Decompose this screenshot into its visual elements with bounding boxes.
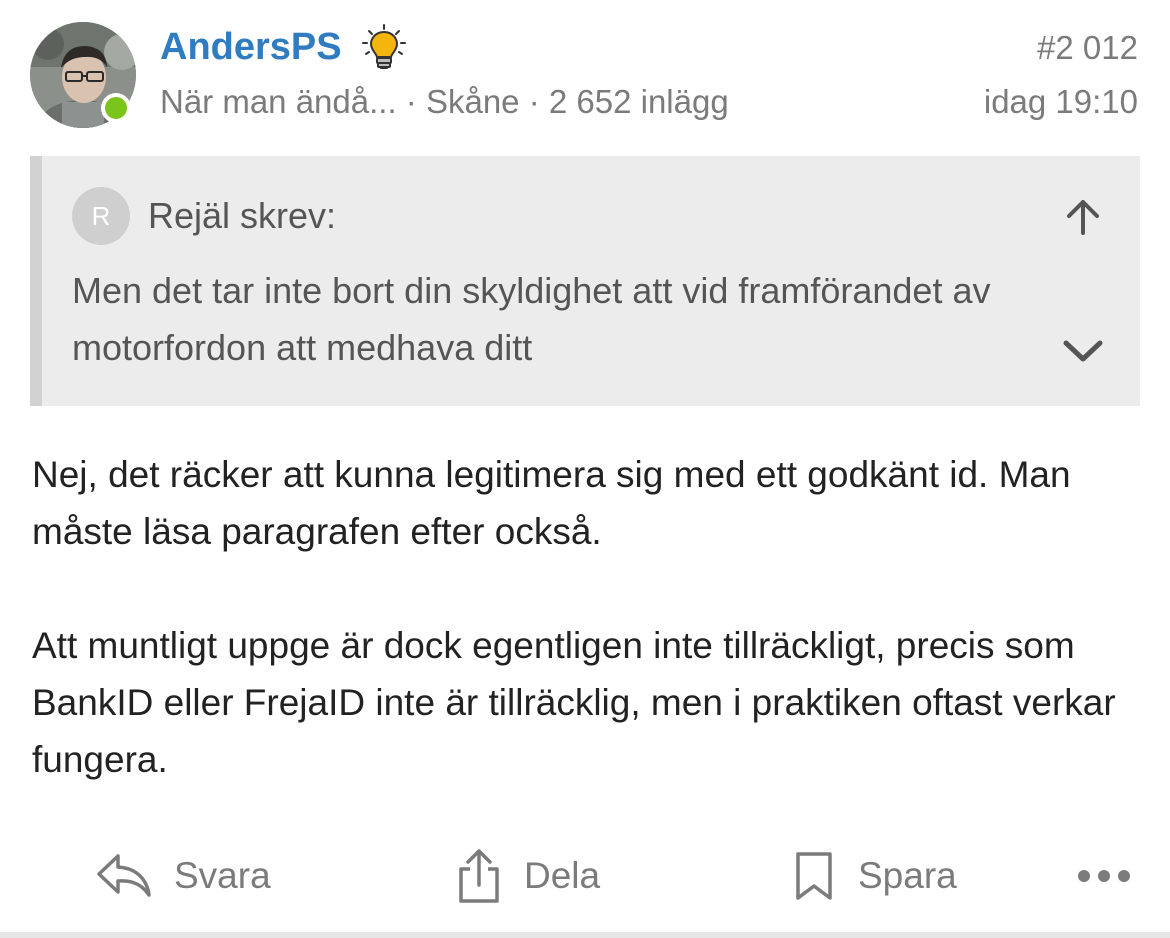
post-divider: [0, 932, 1170, 938]
more-options-button[interactable]: [1076, 844, 1132, 908]
post-number-link[interactable]: #2 012: [1037, 26, 1138, 70]
user-location: Skåne: [425, 83, 520, 120]
reply-label: Svara: [174, 855, 271, 896]
post-timestamp: idag 19:10: [983, 83, 1138, 120]
meta-separator: ·: [519, 83, 549, 120]
online-status-indicator: [101, 93, 131, 123]
save-button[interactable]: Spara: [792, 844, 957, 908]
quote-author[interactable]: Rejäl skrev:: [148, 194, 336, 238]
post-body: Nej, det räcker att kunna legitimera sig…: [32, 446, 1142, 788]
quote-block: R Rejäl skrev: Men det tar inte bort din…: [30, 156, 1140, 406]
quote-bar: [30, 156, 42, 406]
arrow-up-icon[interactable]: [1062, 196, 1104, 238]
reply-icon: [97, 854, 151, 897]
quote-text: Men det tar inte bort din skyldighet att…: [72, 270, 991, 368]
user-post-count: 2 652 inlägg: [548, 83, 729, 120]
chevron-down-icon[interactable]: [1060, 328, 1106, 374]
share-button[interactable]: Dela: [456, 844, 600, 908]
quote-author-avatar: R: [72, 187, 130, 245]
bookmark-icon: [796, 852, 832, 900]
share-icon: [459, 849, 499, 903]
user-title: När man ändå...: [160, 83, 397, 120]
lightbulb-icon: [360, 24, 408, 72]
meta-separator: ·: [396, 83, 426, 120]
forum-post: AndersPS När man ändå... · Skåne · 2 652…: [0, 0, 1170, 938]
save-label: Spara: [858, 855, 957, 896]
more-icon: [1078, 870, 1130, 882]
share-label: Dela: [524, 855, 601, 896]
reply-button[interactable]: Svara: [96, 844, 271, 908]
username-link[interactable]: AndersPS: [160, 24, 342, 70]
post-paragraph: Nej, det räcker att kunna legitimera sig…: [32, 454, 1071, 552]
post-meta: När man ändå... · Skåne · 2 652 inlägg: [160, 80, 729, 124]
post-actions: Svara Dela Spara: [0, 836, 1170, 916]
post-paragraph: Att muntligt uppge är dock egentligen in…: [32, 625, 1116, 780]
